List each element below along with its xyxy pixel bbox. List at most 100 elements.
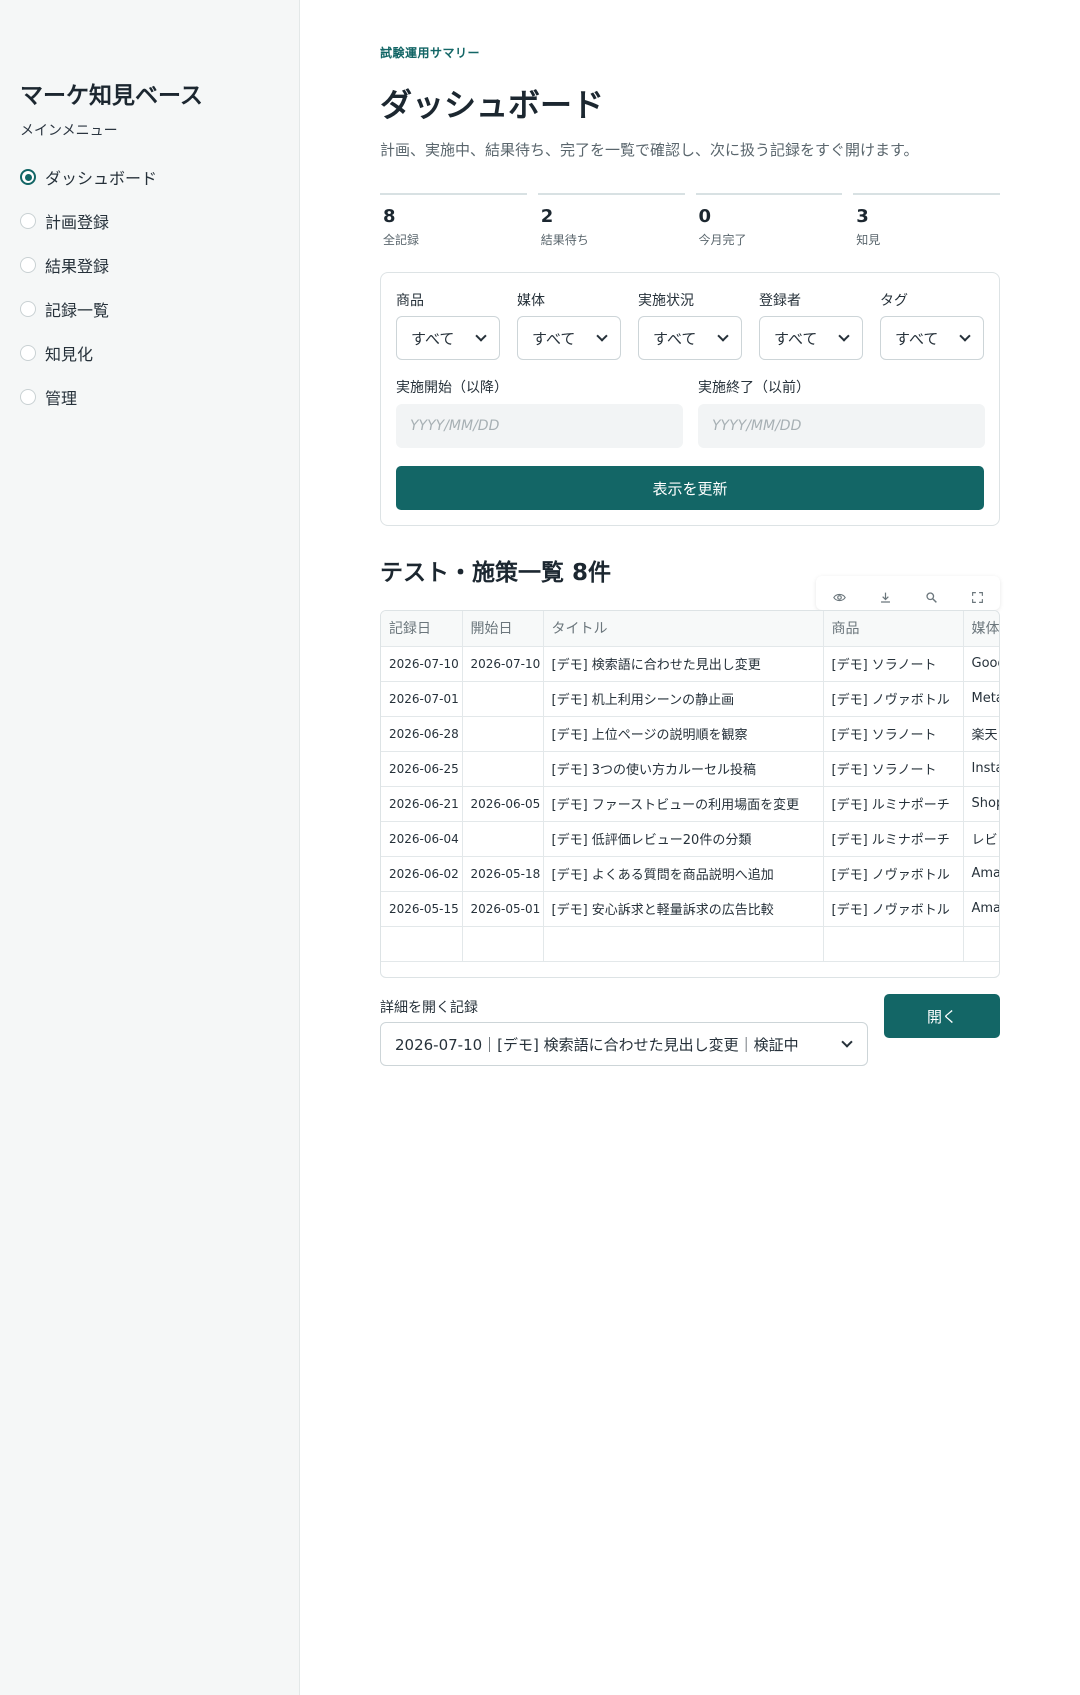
- list-title: テスト・施策一覧 8件: [380, 560, 612, 586]
- table-row[interactable]: 2026-06-04 [デモ] 低評価レビュー20件の分類 [デモ] ルミナポー…: [381, 821, 999, 857]
- download-icon[interactable]: [876, 588, 894, 606]
- table-row-empty[interactable]: [381, 926, 999, 962]
- sidebar-item-admin[interactable]: 管理: [20, 375, 157, 419]
- media-select[interactable]: すべて: [517, 316, 621, 360]
- date-placeholder: YYYY/MM/DD: [410, 418, 500, 434]
- stat-label: 今月完了: [698, 233, 747, 247]
- radio-icon: [20, 389, 36, 405]
- table-row[interactable]: 2026-06-28 [デモ] 上位ページの説明順を観察 [デモ] ソラノート …: [381, 716, 999, 752]
- sidebar-item-records[interactable]: 記録一覧: [20, 287, 157, 331]
- refresh-button[interactable]: 表示を更新: [396, 466, 984, 510]
- sidebar-item-result[interactable]: 結果登録: [20, 243, 157, 287]
- eye-icon[interactable]: [830, 588, 848, 606]
- cell-media: Shopify: [963, 786, 999, 822]
- cell-product: [デモ] ノヴァボトル: [823, 891, 964, 927]
- table-row[interactable]: 2026-06-21 2026-06-05 [デモ] ファーストビューの利用場面…: [381, 786, 999, 822]
- cell-record-date: 2026-07-01: [381, 681, 463, 717]
- cell-product: [デモ] ルミナポーチ: [823, 821, 964, 857]
- cell-title: [543, 926, 824, 962]
- radio-icon: [20, 345, 36, 361]
- column-header[interactable]: 記録日: [381, 611, 463, 647]
- records-table[interactable]: 記録日 開始日 タイトル 商品 媒体 2026-07-10 2026-07-10…: [380, 610, 1000, 978]
- select-value: 2026-07-10｜[デモ] 検索語に合わせた見出し変更｜検証中: [395, 1035, 799, 1054]
- sidebar-item-insights[interactable]: 知見化: [20, 331, 157, 375]
- stat-insights: 3 知見: [853, 193, 1000, 248]
- stat-value: 2: [540, 206, 554, 227]
- table-row[interactable]: 2026-06-02 2026-05-18 [デモ] よくある質問を商品説明へ追…: [381, 856, 999, 892]
- cell-product: [デモ] ソラノート: [823, 751, 964, 787]
- end-date-input[interactable]: YYYY/MM/DD: [698, 404, 985, 448]
- eyebrow: 試験運用サマリー: [380, 46, 481, 60]
- product-select[interactable]: すべて: [396, 316, 500, 360]
- stat-pending: 2 結果待ち: [537, 193, 685, 248]
- cell-start-date: 2026-05-01: [462, 891, 544, 927]
- stat-value: 0: [698, 206, 712, 227]
- chevron-down-icon: [717, 330, 729, 342]
- cell-media: レビュー: [963, 821, 999, 857]
- stat-label: 結果待ち: [540, 233, 589, 247]
- menu-heading: メインメニュー: [20, 123, 118, 139]
- filter-label-end-date: 実施終了（以前）: [698, 380, 810, 396]
- cell-media: Meta: [963, 681, 999, 717]
- table-row[interactable]: 2026-07-01 [デモ] 机上利用シーンの静止画 [デモ] ノヴァボトル …: [381, 681, 999, 717]
- search-icon[interactable]: [922, 588, 940, 606]
- page-title: ダッシュボード: [380, 86, 605, 124]
- sidebar-item-label: 結果登録: [45, 257, 110, 276]
- filter-label-tag: タグ: [880, 293, 908, 309]
- cell-title: [デモ] よくある質問を商品説明へ追加: [543, 856, 824, 892]
- cell-media: Google: [963, 646, 999, 682]
- sidebar-item-label: 記録一覧: [45, 301, 110, 320]
- registrant-select[interactable]: すべて: [759, 316, 863, 360]
- select-value: すべて: [411, 329, 455, 348]
- table-row[interactable]: 2026-06-25 [デモ] 3つの使い方カルーセル投稿 [デモ] ソラノート…: [381, 751, 999, 787]
- column-header[interactable]: タイトル: [543, 611, 824, 647]
- page-description: 計画、実施中、結果待ち、完了を一覧で確認し、次に扱う記録をすぐ開けます。: [380, 141, 919, 159]
- sidebar-item-dashboard[interactable]: ダッシュボード: [20, 155, 157, 199]
- cell-record-date: 2026-06-21: [381, 786, 463, 822]
- cell-record-date: 2026-06-28: [381, 716, 463, 752]
- stat-label: 知見: [856, 233, 881, 247]
- cell-start-date: [462, 926, 544, 962]
- sidebar-item-label: 知見化: [45, 345, 94, 364]
- sidebar-item-label: 計画登録: [45, 213, 110, 232]
- table-row[interactable]: 2026-05-15 2026-05-01 [デモ] 安心訴求と軽量訴求の広告比…: [381, 891, 999, 927]
- status-select[interactable]: すべて: [638, 316, 742, 360]
- cell-start-date: 2026-05-18: [462, 856, 544, 892]
- cell-start-date: [462, 751, 544, 787]
- fullscreen-icon[interactable]: [968, 588, 986, 606]
- detail-label: 詳細を開く記録: [380, 1000, 478, 1016]
- filter-label-registrant: 登録者: [759, 293, 801, 309]
- cell-title: [デモ] ファーストビューの利用場面を変更: [543, 786, 824, 822]
- detail-record-select[interactable]: 2026-07-10｜[デモ] 検索語に合わせた見出し変更｜検証中: [380, 1022, 868, 1066]
- table-row[interactable]: 2026-07-10 2026-07-10 [デモ] 検索語に合わせた見出し変更…: [381, 646, 999, 682]
- cell-product: [823, 926, 964, 962]
- stats-row: 8 全記録 2 結果待ち 0 今月完了 3 知見: [380, 193, 1000, 248]
- start-date-input[interactable]: YYYY/MM/DD: [396, 404, 683, 448]
- cell-media: Amazon: [963, 891, 999, 927]
- sidebar-item-plan[interactable]: 計画登録: [20, 199, 157, 243]
- table-header-row: 記録日 開始日 タイトル 商品 媒体: [381, 611, 999, 647]
- cell-title: [デモ] 3つの使い方カルーセル投稿: [543, 751, 824, 787]
- cell-start-date: [462, 681, 544, 717]
- sidebar-item-label: 管理: [45, 389, 78, 408]
- filter-panel: 商品 すべて 媒体 すべて 実施状況 すべて 登録者 すべて タグ すべて 実施…: [380, 272, 1000, 526]
- date-placeholder: YYYY/MM/DD: [712, 418, 802, 434]
- cell-record-date: 2026-07-10: [381, 646, 463, 682]
- filter-label-media: 媒体: [517, 293, 545, 309]
- table-toolbar: [816, 576, 1000, 610]
- column-header[interactable]: 媒体: [963, 611, 999, 647]
- cell-product: [デモ] ソラノート: [823, 646, 964, 682]
- stat-value: 3: [856, 206, 869, 227]
- open-button[interactable]: 開く: [884, 994, 1000, 1038]
- column-header[interactable]: 商品: [823, 611, 964, 647]
- cell-product: [デモ] ノヴァボトル: [823, 681, 964, 717]
- filter-label-start-date: 実施開始（以降）: [396, 380, 508, 396]
- filter-label-status: 実施状況: [638, 293, 694, 309]
- radio-checked-icon: [20, 169, 36, 185]
- tag-select[interactable]: すべて: [880, 316, 984, 360]
- filter-label-product: 商品: [396, 293, 424, 309]
- sidebar: マーケ知見ベース メインメニュー ダッシュボード 計画登録 結果登録 記録一覧 …: [0, 0, 300, 1695]
- column-header[interactable]: 開始日: [462, 611, 544, 647]
- cell-title: [デモ] 上位ページの説明順を観察: [543, 716, 824, 752]
- radio-icon: [20, 257, 36, 273]
